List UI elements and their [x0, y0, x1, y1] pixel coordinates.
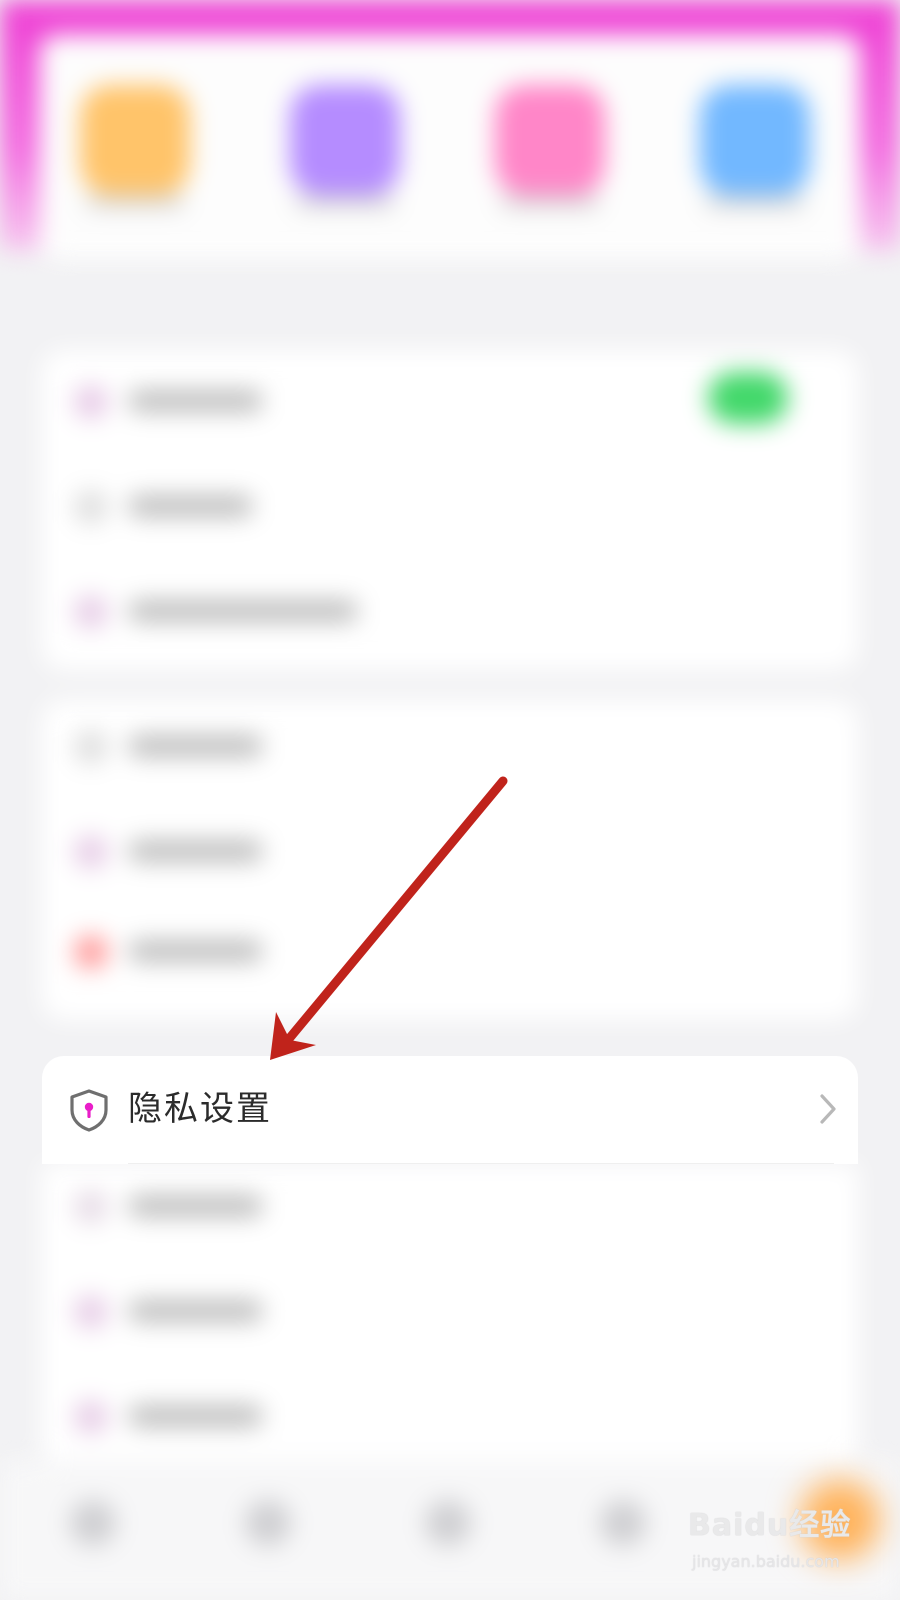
quick-action-tile[interactable]: [700, 85, 810, 195]
setting-icon: [74, 595, 108, 629]
shield-keyhole-icon: [70, 1089, 108, 1132]
row-divider: [128, 1163, 834, 1164]
tile-label: [295, 195, 395, 209]
setting-icon: [74, 1190, 108, 1224]
privacy-settings-row[interactable]: 隐私设置: [42, 1056, 858, 1164]
setting-label: [128, 1405, 263, 1427]
setting-label: [128, 840, 263, 862]
setting-icon: [74, 385, 108, 419]
setting-icon: [74, 1400, 108, 1434]
tile-label: [705, 195, 805, 209]
nav-tab[interactable]: [425, 1500, 471, 1546]
setting-icon: [74, 730, 108, 764]
setting-label: [128, 600, 358, 622]
nav-tab[interactable]: [600, 1500, 646, 1546]
quick-action-tile[interactable]: [495, 85, 605, 195]
tile-label: [85, 195, 185, 209]
setting-label: [128, 390, 263, 412]
setting-label: [128, 1300, 263, 1322]
privacy-settings-label: 隐私设置: [128, 1089, 272, 1129]
setting-icon: [74, 835, 108, 869]
setting-icon: [74, 490, 108, 524]
nav-tab[interactable]: [70, 1500, 116, 1546]
chevron-right-icon: [820, 1094, 836, 1124]
watermark-logo: Baidu经验: [688, 1508, 852, 1543]
setting-icon: [74, 935, 108, 969]
quick-action-tile[interactable]: [80, 85, 190, 195]
setting-toggle[interactable]: [708, 372, 788, 424]
quick-action-tile[interactable]: [290, 85, 400, 195]
setting-label: [128, 940, 263, 962]
tile-label: [500, 195, 600, 209]
setting-label: [128, 495, 253, 517]
watermark-url: jingyan.baidu.com: [692, 1552, 840, 1571]
setting-label: [128, 735, 263, 757]
setting-icon: [74, 1295, 108, 1329]
setting-label: [128, 1195, 263, 1217]
nav-tab[interactable]: [245, 1500, 291, 1546]
baidu-watermark: Baidu经验 jingyan.baidu.com: [688, 1500, 888, 1590]
